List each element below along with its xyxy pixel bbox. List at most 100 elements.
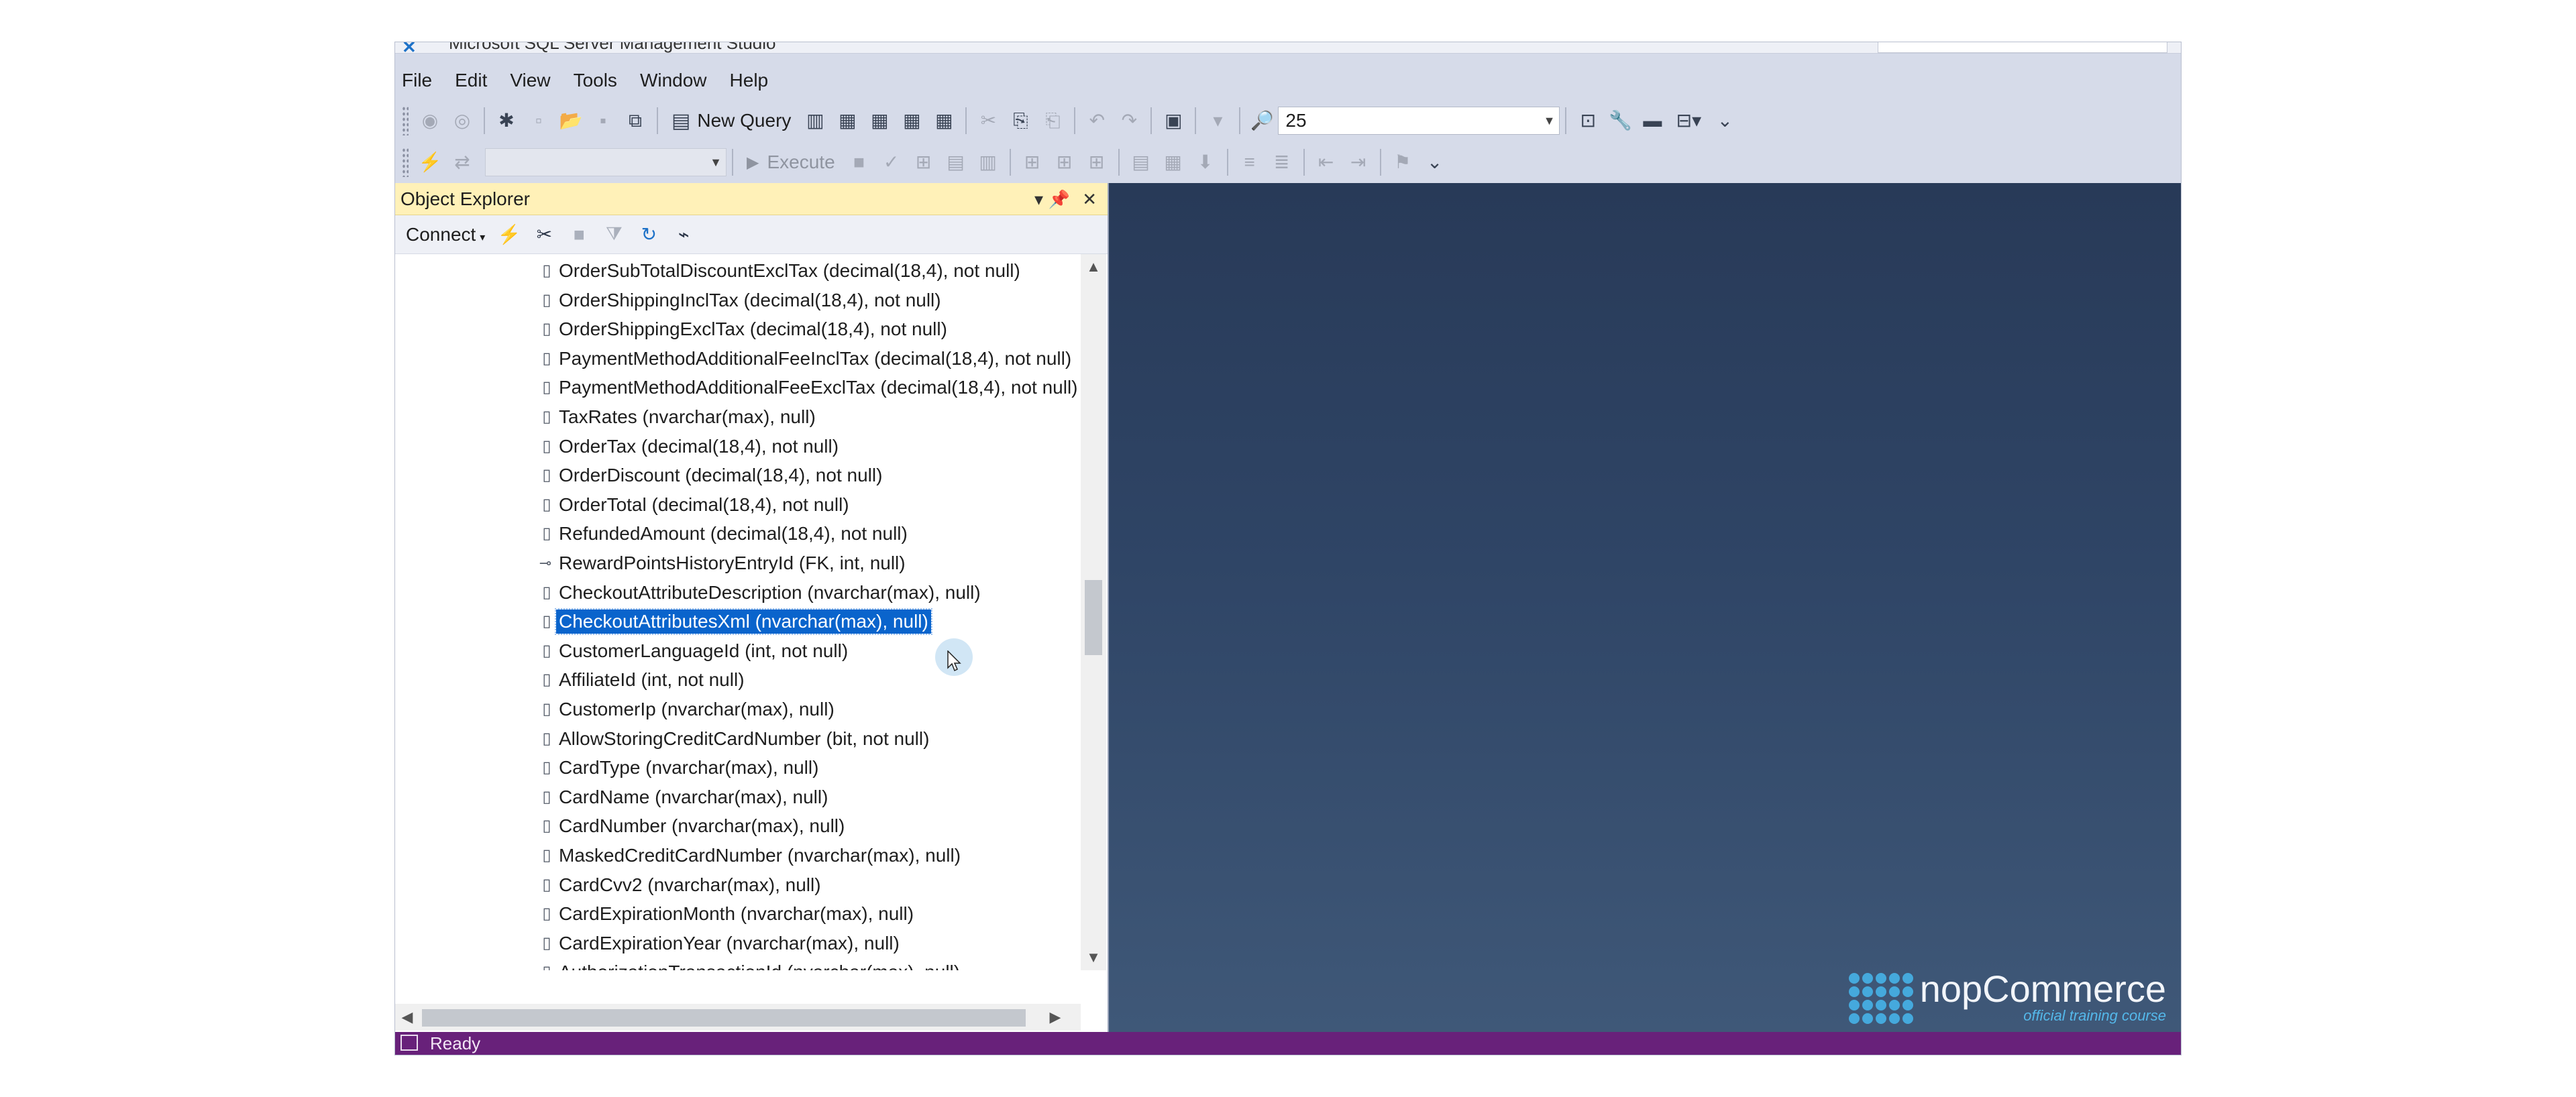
- intellisense-icon[interactable]: ⊞: [1018, 148, 1046, 177]
- tree-column-node[interactable]: ▯ AffiliateId (int, not null): [395, 666, 1081, 694]
- results-to-grid-icon[interactable]: ▦: [1159, 148, 1187, 177]
- parse-check-icon[interactable]: ✓: [877, 148, 906, 177]
- forward-icon[interactable]: ◎: [448, 106, 476, 135]
- specify-template-values-icon[interactable]: ⚑: [1389, 148, 1417, 177]
- solution-config-dropdown-icon[interactable]: ▾: [1203, 106, 1232, 135]
- scroll-down-icon[interactable]: ▼: [1081, 945, 1106, 970]
- tree-column-node[interactable]: ▯ CardName (nvarchar(max), null): [395, 783, 1081, 811]
- menu-edit[interactable]: Edit: [448, 61, 503, 100]
- analysis-mdx-query-icon[interactable]: ▦: [833, 106, 861, 135]
- execute-button[interactable]: ▶ Execute: [739, 152, 843, 173]
- toolbar-grip[interactable]: [402, 106, 409, 135]
- paste-icon[interactable]: ⎗: [1038, 106, 1067, 135]
- activity-monitor-icon[interactable]: ▣: [1159, 106, 1187, 135]
- stop-icon[interactable]: ■: [566, 221, 592, 248]
- window-position-dropdown-icon[interactable]: ▾: [1034, 183, 1043, 215]
- tree-column-node[interactable]: ▯ CardType (nvarchar(max), null): [395, 754, 1081, 782]
- change-connection-icon[interactable]: ⇄: [448, 148, 476, 177]
- analysis-dmx-query-icon[interactable]: ▦: [865, 106, 894, 135]
- analysis-dax-query-icon[interactable]: ▦: [930, 106, 958, 135]
- menu-view[interactable]: View: [503, 61, 566, 100]
- tree-column-node[interactable]: ▯ AllowStoringCreditCardNumber (bit, not …: [395, 725, 1081, 753]
- database-engine-query-icon[interactable]: ▥: [801, 106, 829, 135]
- save-icon[interactable]: ▪: [589, 106, 617, 135]
- quick-launch-input[interactable]: [1878, 42, 2167, 53]
- results-to-text-icon[interactable]: ▤: [1127, 148, 1155, 177]
- toolbar-grip[interactable]: [402, 148, 409, 177]
- comment-out-icon[interactable]: ≡: [1236, 148, 1264, 177]
- find-in-files-icon[interactable]: 🔎: [1248, 106, 1276, 135]
- window-layout-icon[interactable]: ⊟▾: [1670, 106, 1707, 135]
- undo-icon[interactable]: ↶: [1083, 106, 1111, 135]
- tree-column-node[interactable]: ▯ CustomerIp (nvarchar(max), null): [395, 695, 1081, 724]
- save-all-icon[interactable]: ⧉: [621, 106, 649, 135]
- horizontal-scrollbar[interactable]: ◀ ▶: [395, 1004, 1081, 1031]
- close-icon[interactable]: ✕: [1082, 183, 1097, 215]
- cut-icon[interactable]: ✂: [974, 106, 1002, 135]
- filter-icon[interactable]: ⧩: [600, 221, 627, 248]
- stop-icon[interactable]: ■: [845, 148, 873, 177]
- horizontal-scroll-thumb[interactable]: [422, 1009, 1026, 1027]
- menu-help[interactable]: Help: [723, 61, 785, 100]
- new-query-button[interactable]: ▤ New Query: [663, 106, 799, 135]
- connect-icon[interactable]: ⚡: [416, 148, 444, 177]
- tree-column-node[interactable]: ▯AuthorizationTransactionId (nvarchar(ma…: [395, 958, 1081, 970]
- open-file-icon[interactable]: 📂: [557, 106, 585, 135]
- tree-column-node[interactable]: ▯ OrderShippingExclTax (decimal(18,4), no…: [395, 315, 1081, 343]
- vertical-scrollbar[interactable]: ▲ ▼: [1081, 254, 1106, 970]
- tree-column-node[interactable]: ▯ CheckoutAttributeDescription (nvarchar(…: [395, 579, 1081, 607]
- pin-icon[interactable]: 📌: [1049, 183, 1070, 215]
- analysis-xmla-query-icon[interactable]: ▦: [898, 106, 926, 135]
- disconnect-icon[interactable]: ✂: [531, 221, 557, 248]
- tree-column-node[interactable]: ▯ CustomerLanguageId (int, not null): [395, 637, 1081, 665]
- scroll-left-icon[interactable]: ◀: [395, 1004, 419, 1031]
- tree-column-node[interactable]: ▯ CardExpirationYear (nvarchar(max), null…: [395, 929, 1081, 958]
- connect-button[interactable]: Connect ▾: [395, 224, 492, 245]
- client-statistics-icon[interactable]: ⊞: [1083, 148, 1111, 177]
- new-project-icon[interactable]: ✱: [492, 106, 521, 135]
- scroll-right-icon[interactable]: ▶: [1043, 1004, 1067, 1031]
- toolbox-icon[interactable]: ▬: [1638, 106, 1666, 135]
- tree-column-node[interactable]: ▯ TaxRates (nvarchar(max), null): [395, 403, 1081, 431]
- menu-file[interactable]: File: [395, 61, 448, 100]
- available-databases-combo[interactable]: ▼: [485, 148, 727, 176]
- tree-column-node[interactable]: ▯ OrderSubTotalDiscountExclTax (decimal(1…: [395, 257, 1081, 285]
- find-combo[interactable]: 25 ▼: [1278, 107, 1560, 135]
- tree-column-node[interactable]: ▯ CardExpirationMonth (nvarchar(max), nul…: [395, 900, 1081, 928]
- tree-column-node[interactable]: ⊸ RewardPointsHistoryEntryId (FK, int, nu…: [395, 549, 1081, 577]
- tree-column-node[interactable]: ▯ CardNumber (nvarchar(max), null): [395, 812, 1081, 840]
- estimated-plan-icon[interactable]: ⊞: [910, 148, 938, 177]
- menu-window[interactable]: Window: [633, 61, 723, 100]
- decrease-indent-icon[interactable]: ⇤: [1312, 148, 1340, 177]
- activity-monitor-icon[interactable]: ⌁: [670, 221, 697, 248]
- toolbar-options-icon[interactable]: ⌄: [1711, 106, 1739, 135]
- vertical-scroll-thumb[interactable]: [1085, 580, 1102, 655]
- back-icon[interactable]: ◉: [416, 106, 444, 135]
- query-designer-icon[interactable]: ▤: [942, 148, 970, 177]
- add-item-icon[interactable]: ▫: [525, 106, 553, 135]
- tree-column-node[interactable]: ▯ PaymentMethodAdditionalFeeInclTax (deci…: [395, 345, 1081, 373]
- copy-icon[interactable]: ⎘: [1006, 106, 1034, 135]
- toolbar-options-icon[interactable]: ⌄: [1421, 148, 1449, 177]
- properties-wrench-icon[interactable]: 🔧: [1606, 106, 1634, 135]
- tree-column-node[interactable]: ▯ RefundedAmount (decimal(18,4), not null…: [395, 520, 1081, 548]
- tree-column-node[interactable]: ▯ CheckoutAttributesXml (nvarchar(max), n…: [395, 608, 1081, 636]
- redo-icon[interactable]: ↷: [1115, 106, 1143, 135]
- tree-column-node[interactable]: ▯ OrderShippingInclTax (decimal(18,4), no…: [395, 286, 1081, 314]
- connect-plug-icon[interactable]: ⚡: [496, 221, 523, 248]
- uncomment-icon[interactable]: ≣: [1268, 148, 1296, 177]
- tree-column-node[interactable]: ▯ CardCvv2 (nvarchar(max), null): [395, 871, 1081, 899]
- tree-column-node[interactable]: ▯ OrderTax (decimal(18,4), not null): [395, 432, 1081, 461]
- menu-tools[interactable]: Tools: [567, 61, 633, 100]
- tree-column-node[interactable]: ▯ OrderDiscount (decimal(18,4), not null): [395, 461, 1081, 489]
- scroll-up-icon[interactable]: ▲: [1081, 254, 1106, 280]
- increase-indent-icon[interactable]: ⇥: [1344, 148, 1373, 177]
- actual-plan-icon[interactable]: ⊞: [1051, 148, 1079, 177]
- query-options-icon[interactable]: ▥: [974, 148, 1002, 177]
- results-to-file-icon[interactable]: ⬇: [1191, 148, 1220, 177]
- registered-servers-icon[interactable]: ⊡: [1574, 106, 1602, 135]
- refresh-icon[interactable]: ↻: [635, 221, 662, 248]
- tree-column-node[interactable]: ▯ PaymentMethodAdditionalFeeExclTax (deci…: [395, 373, 1081, 402]
- tree-column-node[interactable]: ▯ OrderTotal (decimal(18,4), not null): [395, 491, 1081, 519]
- tree-column-node[interactable]: ▯ MaskedCreditCardNumber (nvarchar(max), …: [395, 842, 1081, 870]
